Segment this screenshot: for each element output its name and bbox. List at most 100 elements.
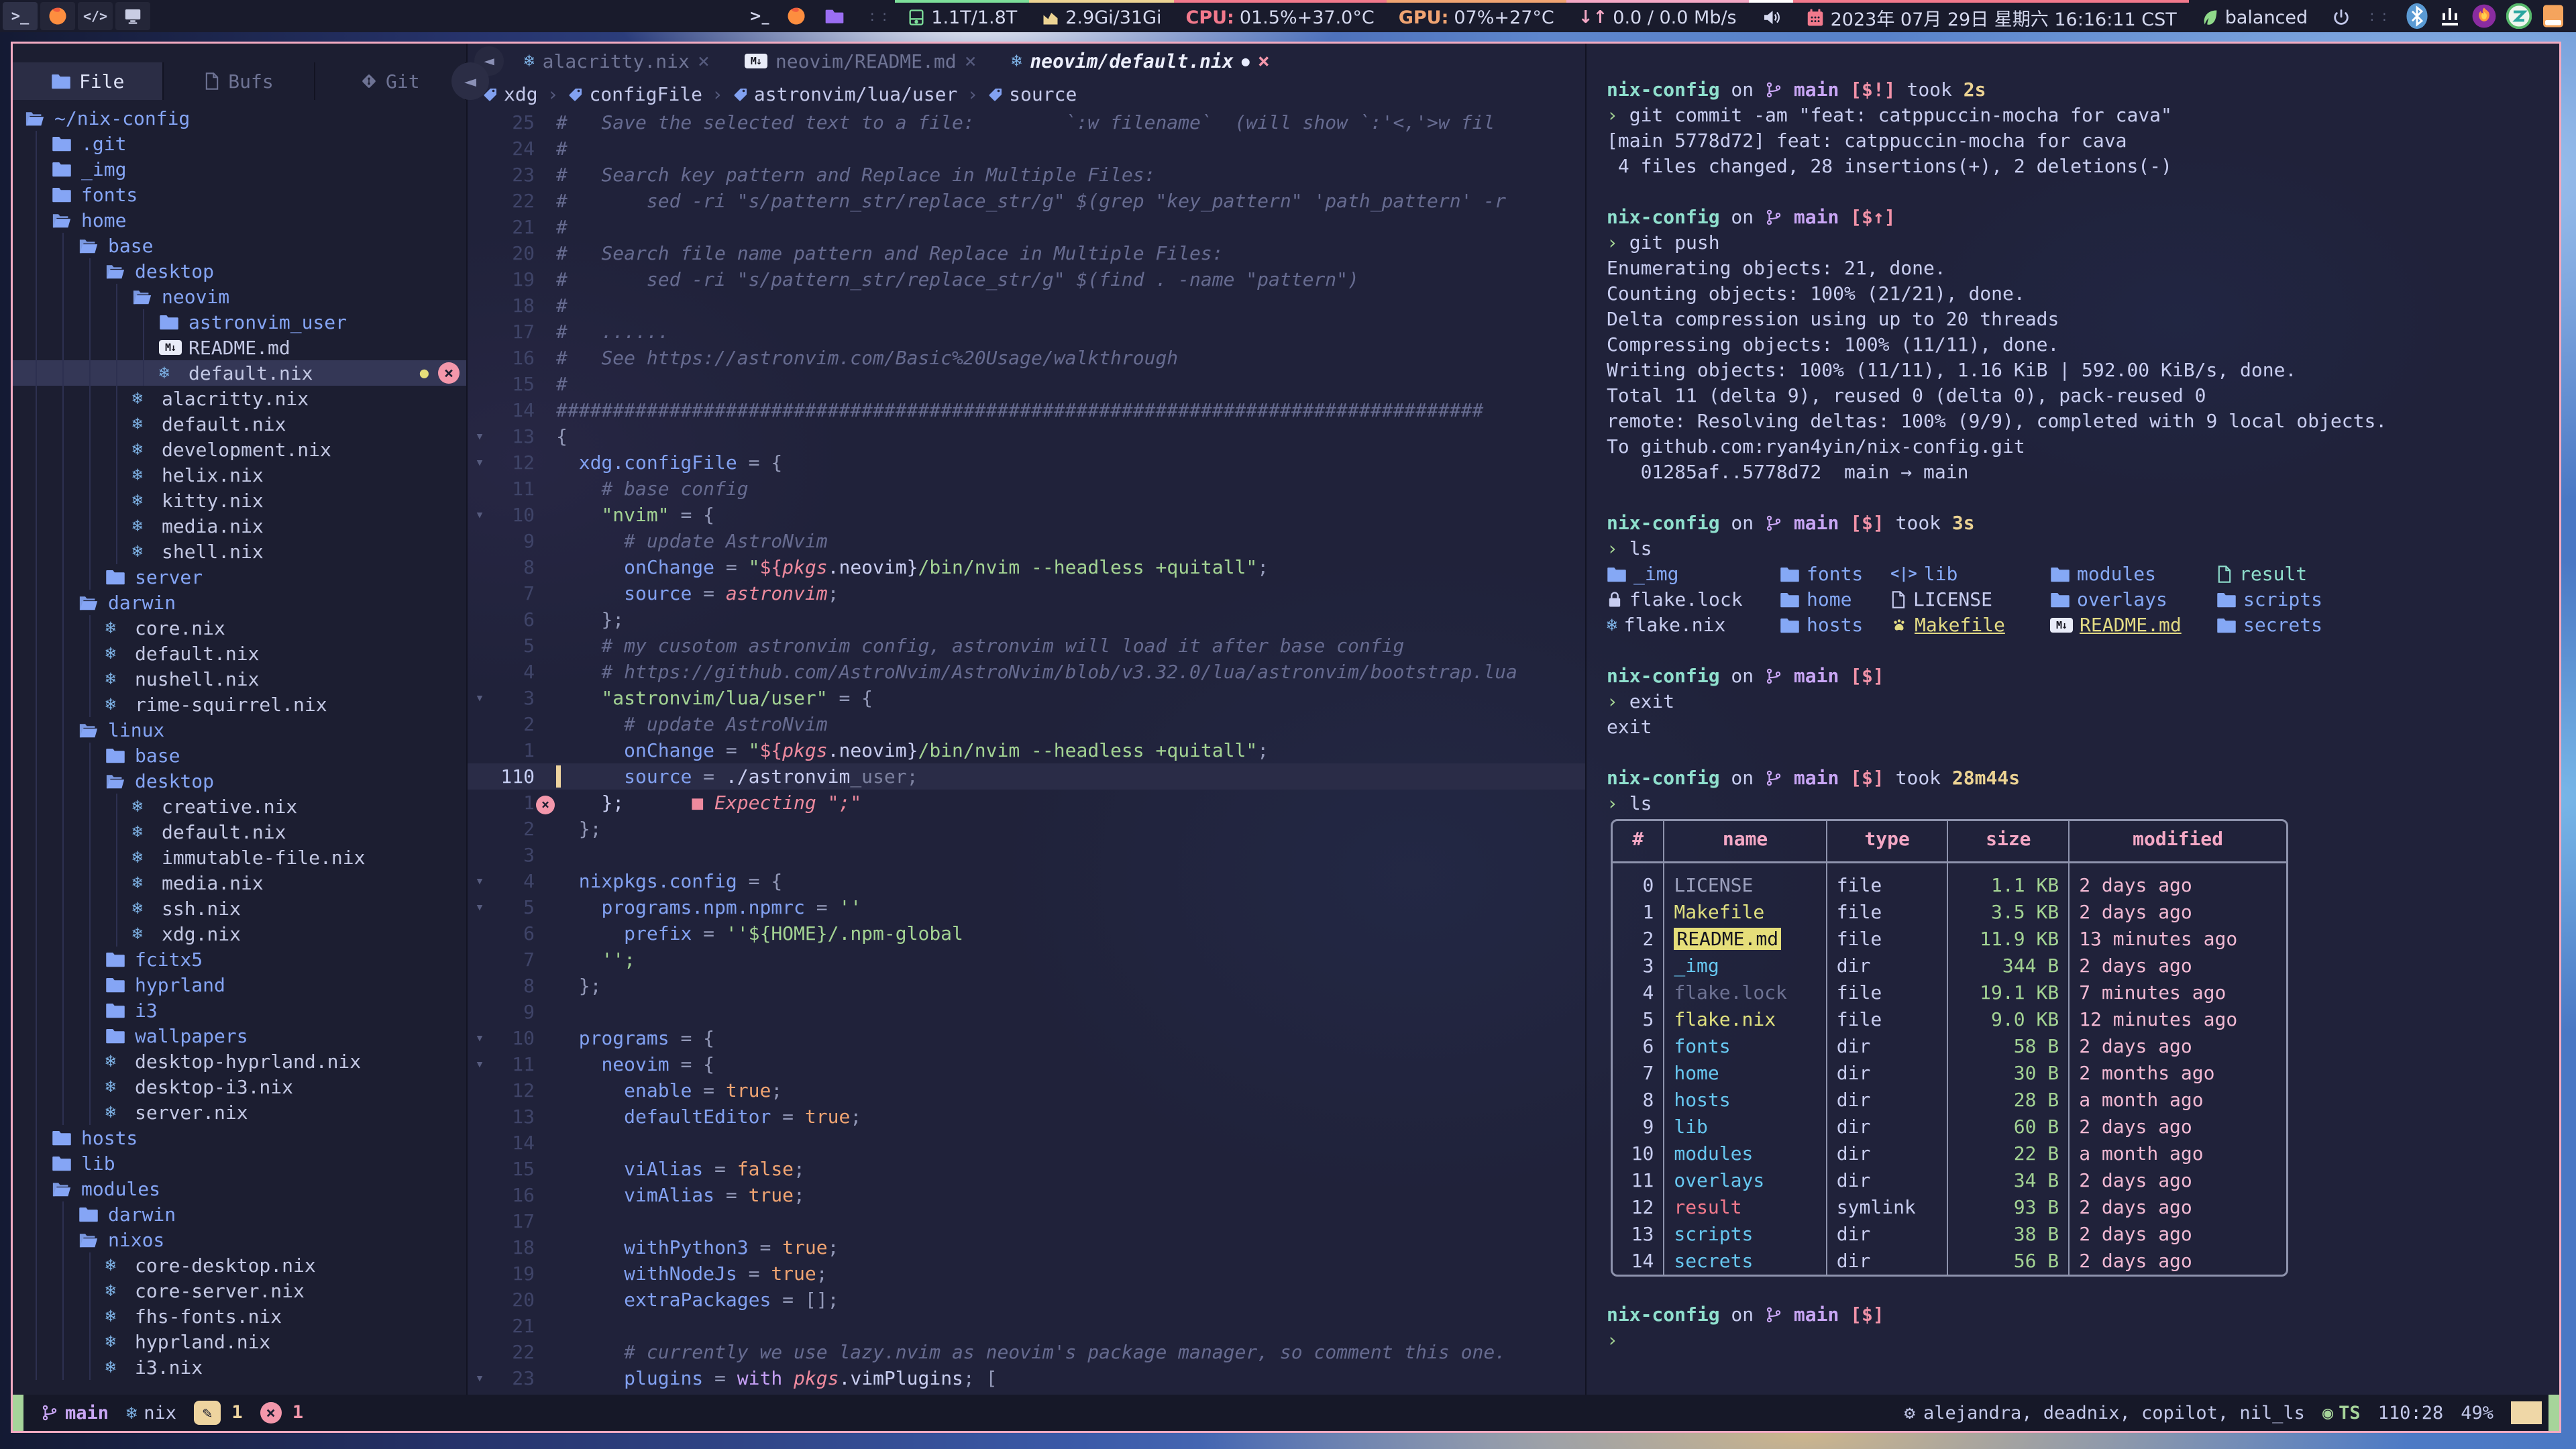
code-line[interactable]: 11 # base config: [468, 476, 1585, 502]
tree-item[interactable]: neovim: [13, 284, 466, 309]
code-line[interactable]: 15 viAlias = false;: [468, 1156, 1585, 1182]
code-line[interactable]: 22 # currently we use lazy.nvim as neovi…: [468, 1339, 1585, 1365]
workspace-switcher[interactable]: >_ </>: [0, 0, 153, 32]
code-line[interactable]: 6 prefix = ''${HOME}/.npm-global: [468, 920, 1585, 947]
tree-item[interactable]: i3: [13, 998, 466, 1023]
code-line[interactable]: ▾10 programs = {: [468, 1025, 1585, 1051]
module-volume[interactable]: [1749, 0, 1793, 32]
code-line[interactable]: 2 };: [468, 816, 1585, 842]
code-line[interactable]: ▾11 neovim = {: [468, 1051, 1585, 1077]
terminal-pane[interactable]: nix-config on main [$!] took 2s› git com…: [1587, 44, 2559, 1395]
code-line[interactable]: 13 defaultEditor = true;: [468, 1104, 1585, 1130]
code-line[interactable]: 19# sed -ri "s/pattern_str/replace_str/g…: [468, 266, 1585, 292]
tree-item[interactable]: ❄xdg.nix: [13, 921, 466, 947]
workspace-button-2[interactable]: [40, 2, 75, 30]
code-line[interactable]: 12 enable = true;: [468, 1077, 1585, 1104]
workspace-button-3[interactable]: </>: [78, 2, 113, 30]
code-line[interactable]: 16# See https://astronvim.com/Basic%20Us…: [468, 345, 1585, 371]
tree-item[interactable]: ❄fhs-fonts.nix: [13, 1303, 466, 1329]
close-icon[interactable]: ×: [1258, 50, 1270, 73]
power-button[interactable]: [2320, 0, 2363, 32]
workspace-button-1[interactable]: >_: [3, 2, 38, 30]
tree-item[interactable]: nixos: [13, 1227, 466, 1252]
tree-item[interactable]: base: [13, 743, 466, 768]
clipboard-icon[interactable]: [2541, 3, 2565, 30]
tree-item[interactable]: ❄hyprland.nix: [13, 1329, 466, 1354]
close-icon[interactable]: ×: [965, 50, 977, 73]
code-line[interactable]: ▾10 "nvim" = {: [468, 502, 1585, 528]
module-cpu[interactable]: CPU:01.5%+37.0°C: [1174, 0, 1387, 32]
tree-item[interactable]: darwin: [13, 590, 466, 615]
tree-item[interactable]: fcitx5: [13, 947, 466, 972]
code-line[interactable]: 5 # my cusotom astronvim config, astronv…: [468, 633, 1585, 659]
code-line[interactable]: 19 withNodeJs = true;: [468, 1260, 1585, 1287]
tree-item[interactable]: desktop: [13, 768, 466, 794]
code-line[interactable]: 15#: [468, 371, 1585, 397]
tree-item[interactable]: M↓README.md: [13, 335, 466, 360]
code-line[interactable]: 17: [468, 1208, 1585, 1234]
tree-item[interactable]: linux: [13, 717, 466, 743]
tree-item[interactable]: ❄nushell.nix: [13, 666, 466, 692]
zreader-icon[interactable]: [2506, 3, 2532, 29]
code-line[interactable]: 17# ......: [468, 319, 1585, 345]
code-line[interactable]: 18 withPython3 = true;: [468, 1234, 1585, 1260]
tree-item[interactable]: ❄core.nix: [13, 615, 466, 641]
module-memory[interactable]: 2.9Gi/31Gi: [1029, 0, 1173, 32]
neotree-tab-bufs[interactable]: Bufs: [164, 62, 315, 100]
tree-item[interactable]: ❄desktop-hyprland.nix: [13, 1049, 466, 1074]
code-line[interactable]: 25# Save the selected text to a file: `:…: [468, 109, 1585, 136]
code-line[interactable]: 18#: [468, 292, 1585, 319]
tree-item[interactable]: hyprland: [13, 972, 466, 998]
code-line[interactable]: 14######################################…: [468, 397, 1585, 423]
launcher-icons[interactable]: >_: [732, 0, 863, 32]
tree-item[interactable]: ❄creative.nix: [13, 794, 466, 819]
code-line[interactable]: 14: [468, 1130, 1585, 1156]
tree-item[interactable]: ❄alacritty.nix: [13, 386, 466, 411]
tree-item[interactable]: ❄shell.nix: [13, 539, 466, 564]
module-network[interactable]: ↓↑0.0 / 0.0 Mb/s: [1566, 0, 1749, 32]
tree-item[interactable]: ❄core-desktop.nix: [13, 1252, 466, 1278]
folder-launch-icon[interactable]: [824, 5, 845, 27]
module-gpu[interactable]: GPU:07%+27°C: [1387, 0, 1566, 32]
code-line[interactable]: ▾5 programs.npm.npmrc = '': [468, 894, 1585, 920]
statusline-branch[interactable]: main: [41, 1403, 109, 1424]
code-line[interactable]: 9 # update AstroNvim: [468, 528, 1585, 554]
tree-item[interactable]: lib: [13, 1150, 466, 1176]
tree-item[interactable]: ❄core-server.nix: [13, 1278, 466, 1303]
tree-item[interactable]: _img: [13, 156, 466, 182]
code-line[interactable]: 6 };: [468, 606, 1585, 633]
code-line[interactable]: 20# Search file name pattern and Replace…: [468, 240, 1585, 266]
bluetooth-icon[interactable]: [2406, 3, 2428, 30]
tree-item[interactable]: ❄default.nix●×: [13, 360, 466, 386]
tree-item[interactable]: home: [13, 207, 466, 233]
breadcrumb-item[interactable]: astronvim/lua/user: [733, 83, 957, 105]
code-line[interactable]: 1× }; ■ Expecting ";": [468, 790, 1585, 816]
tree-item[interactable]: ❄immutable-file.nix: [13, 845, 466, 870]
sidebar-collapse-icon[interactable]: ◄: [451, 62, 489, 100]
code-line[interactable]: ▾13{: [468, 423, 1585, 449]
module-clock[interactable]: 2023年 07月 29日 星期六 16:16:11 CST: [1793, 0, 2189, 32]
system-tray[interactable]: [2395, 0, 2576, 32]
code-line[interactable]: 22# sed -ri "s/pattern_str/replace_str/g…: [468, 188, 1585, 214]
input-method-icon[interactable]: [2438, 4, 2462, 28]
tree-item[interactable]: ~/nix-config: [13, 105, 466, 131]
tree-item[interactable]: hosts: [13, 1125, 466, 1150]
nightly-icon[interactable]: [2471, 3, 2497, 29]
tree-item[interactable]: modules: [13, 1176, 466, 1201]
breadcrumb-item[interactable]: xdg: [482, 83, 538, 105]
tree-item[interactable]: desktop: [13, 258, 466, 284]
code-line[interactable]: 8 };: [468, 973, 1585, 999]
tree-item[interactable]: ❄default.nix: [13, 641, 466, 666]
tree-item[interactable]: ❄ssh.nix: [13, 896, 466, 921]
breadcrumb-item[interactable]: source: [987, 83, 1077, 105]
code-line[interactable]: 7 source = astronvim;: [468, 580, 1585, 606]
tree-item[interactable]: ❄media.nix: [13, 870, 466, 896]
tree-item[interactable]: ❄media.nix: [13, 513, 466, 539]
workspace-button-4[interactable]: [115, 2, 150, 30]
module-power-profile[interactable]: balanced: [2189, 0, 2320, 32]
tree-item[interactable]: ❄i3.nix: [13, 1354, 466, 1380]
code-line[interactable]: 24#: [468, 136, 1585, 162]
code-line[interactable]: 21: [468, 1313, 1585, 1339]
tree-item[interactable]: server: [13, 564, 466, 590]
firefox-ball-icon[interactable]: [786, 6, 806, 26]
